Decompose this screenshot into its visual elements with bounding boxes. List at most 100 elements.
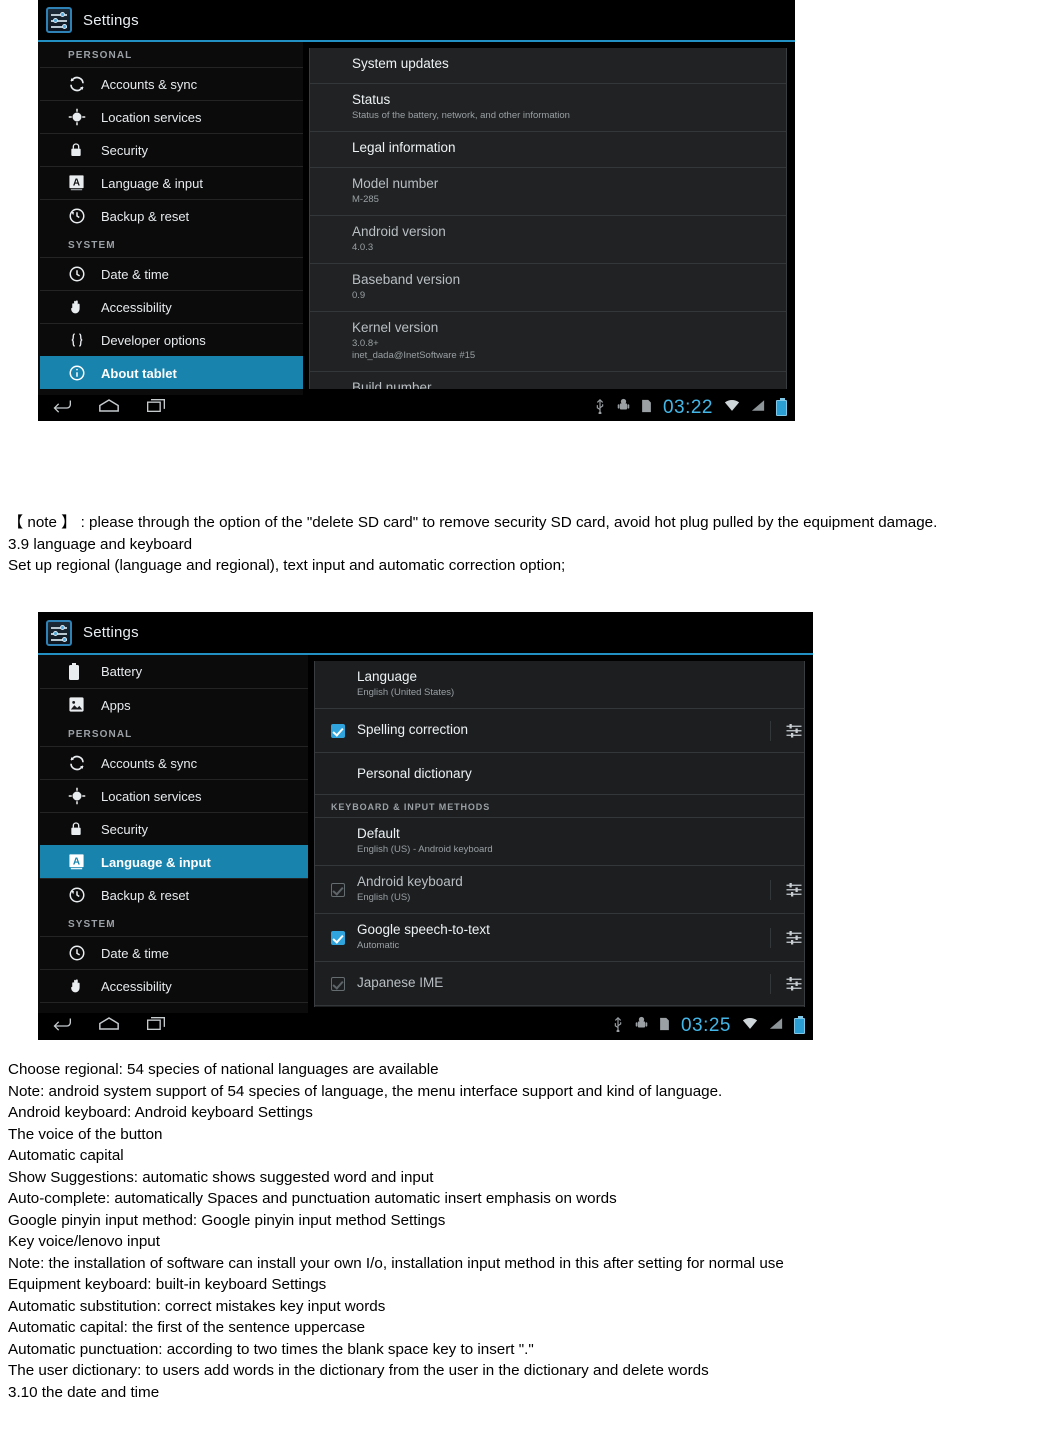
sidebar-group-label-system: SYSTEM [68,919,116,930]
sidebar-item-battery[interactable]: Battery [40,655,308,688]
row-subtitle: 3.0.8+ inet_dada@InetSoftware #15 [352,338,476,361]
sidebar-item-label: Date & time [101,266,169,282]
home-icon[interactable] [98,398,120,418]
system-navigation-bar[interactable]: 03:25 [38,1013,813,1039]
signal-icon [751,399,765,417]
android-keyboard-checkbox[interactable] [331,882,345,897]
sidebar-item-date-time[interactable]: Date & time [40,257,303,290]
row-subtitle: English (US) [357,892,411,903]
sidebar-item-language-input[interactable]: A Language & input [40,166,303,199]
section-header-keyboard-input-methods: KEYBOARD & INPUT METHODS [315,795,804,818]
svg-text:A: A [73,177,80,188]
row-settings-icon[interactable] [770,879,802,900]
location-crosshair-icon [68,787,90,805]
list-item[interactable]: 谷歌拼音输入法 [315,1006,804,1007]
settings-sidebar[interactable]: PERSONAL Accounts & sync Location servic… [38,42,303,395]
row-settings-icon[interactable] [770,720,802,741]
row-settings-icon[interactable] [770,927,802,948]
recent-apps-icon[interactable] [146,398,166,418]
row-subtitle: English (United States) [357,687,455,698]
sidebar-item-apps[interactable]: Apps [40,688,308,721]
system-navigation-bar[interactable]: 03:22 [38,395,795,421]
battery-charging-icon [776,398,787,416]
prose-line: 3.10 the date and time [8,1383,160,1401]
sidebar-item-security[interactable]: Security [40,812,308,845]
about-tablet-list[interactable]: System updates Status Status of the batt… [309,48,787,389]
list-item[interactable]: Google speech-to-text Automatic [315,914,804,962]
list-item[interactable]: Language English (United States) [315,661,804,709]
sidebar-item-label: Backup & reset [101,208,190,224]
sidebar-item-label: Accounts & sync [101,76,198,92]
list-item[interactable]: Status Status of the battery, network, a… [310,84,786,132]
settings-body: Battery Apps PERSONAL Accounts & sync Lo… [38,655,813,1013]
sidebar-item-accounts-sync[interactable]: Accounts & sync [40,746,308,779]
spelling-correction-checkbox[interactable] [331,723,345,738]
row-subtitle: 0.9 [352,290,366,301]
braces-icon [68,331,90,349]
wifi-icon [742,1017,758,1035]
sidebar-item-accessibility[interactable]: Accessibility [40,290,303,323]
recent-apps-icon[interactable] [146,1016,166,1036]
android-debug-icon [635,1016,648,1037]
sidebar-item-about-tablet[interactable]: About tablet [40,356,303,389]
sidebar-item-location-services[interactable]: Location services [40,100,303,133]
list-item: Build number 97F2-H1-H1-H01-1656.2012022… [310,372,786,389]
sidebar-group-label-personal: PERSONAL [68,729,133,740]
home-icon[interactable] [98,1016,120,1036]
row-title: System updates [352,56,449,71]
sidebar-item-accounts-sync[interactable]: Accounts & sync [40,67,303,100]
prose-block-top: 【 note 】 : please through the option of … [8,512,1034,577]
sidebar-item-security[interactable]: Security [40,133,303,166]
google-speech-to-text-checkbox[interactable] [331,930,345,945]
list-item[interactable]: Legal information [310,132,786,168]
prose-line: Automatic capital [8,1147,124,1164]
app-title: Settings [83,624,139,641]
svg-text:A: A [73,856,80,867]
row-title: Status [352,92,391,107]
prose-line: 【 note 】 : please through the option of … [8,514,938,531]
language-input-list[interactable]: Language English (United States) Spellin… [314,661,805,1007]
sidebar-item-developer-options[interactable]: Developer options [40,323,303,356]
sidebar-item-label: Date & time [101,945,169,961]
sidebar-item-partial[interactable] [40,1002,308,1013]
back-icon[interactable] [52,398,72,418]
list-item[interactable]: System updates [310,48,786,84]
row-title: Default [357,826,400,841]
sync-icon [68,75,90,93]
row-subtitle: 4.0.3 [352,242,374,253]
status-clock: 03:22 [662,397,713,418]
sidebar-item-accessibility[interactable]: Accessibility [40,969,308,1002]
lock-icon [68,820,90,838]
hand-icon [68,977,90,995]
prose-line: Automatic capital: the first of the sent… [8,1319,366,1336]
prose-line: Automatic substitution: correct mistakes… [8,1297,386,1315]
row-title: Kernel version [352,320,439,335]
sidebar-item-language-input[interactable]: A Language & input [40,845,308,878]
list-item[interactable]: Japanese IME [315,962,804,1006]
app-title-bar: Settings [38,612,813,655]
app-title: Settings [83,11,139,29]
sidebar-item-date-time[interactable]: Date & time [40,936,308,969]
list-item[interactable]: Spelling correction [315,709,804,753]
signal-icon [769,1017,783,1035]
settings-sidebar[interactable]: Battery Apps PERSONAL Accounts & sync Lo… [38,655,308,1013]
battery-icon [68,662,90,681]
back-icon[interactable] [52,1016,72,1036]
list-item[interactable]: Default English (US) - Android keyboard [315,818,804,866]
usb-icon [594,398,606,419]
list-item[interactable]: Personal dictionary [315,753,804,795]
android-settings-screenshot-language-input: Settings Battery Apps PERSONAL Accounts … [38,612,813,1040]
location-crosshair-icon [68,108,90,126]
list-item[interactable]: Android keyboard English (US) [315,866,804,914]
sidebar-item-location-services[interactable]: Location services [40,779,308,812]
row-title: Spelling correction [357,722,469,737]
row-settings-icon[interactable] [770,973,802,994]
japanese-ime-checkbox[interactable] [331,976,345,991]
row-subtitle: Automatic [357,940,400,951]
apps-icon [68,696,90,714]
prose-line: Note: android system support of 54 speci… [8,1082,723,1100]
sidebar-item-backup-reset[interactable]: Backup & reset [40,878,308,911]
sidebar-item-backup-reset[interactable]: Backup & reset [40,199,303,232]
row-title: Build number [352,380,432,389]
hand-icon [68,298,90,316]
